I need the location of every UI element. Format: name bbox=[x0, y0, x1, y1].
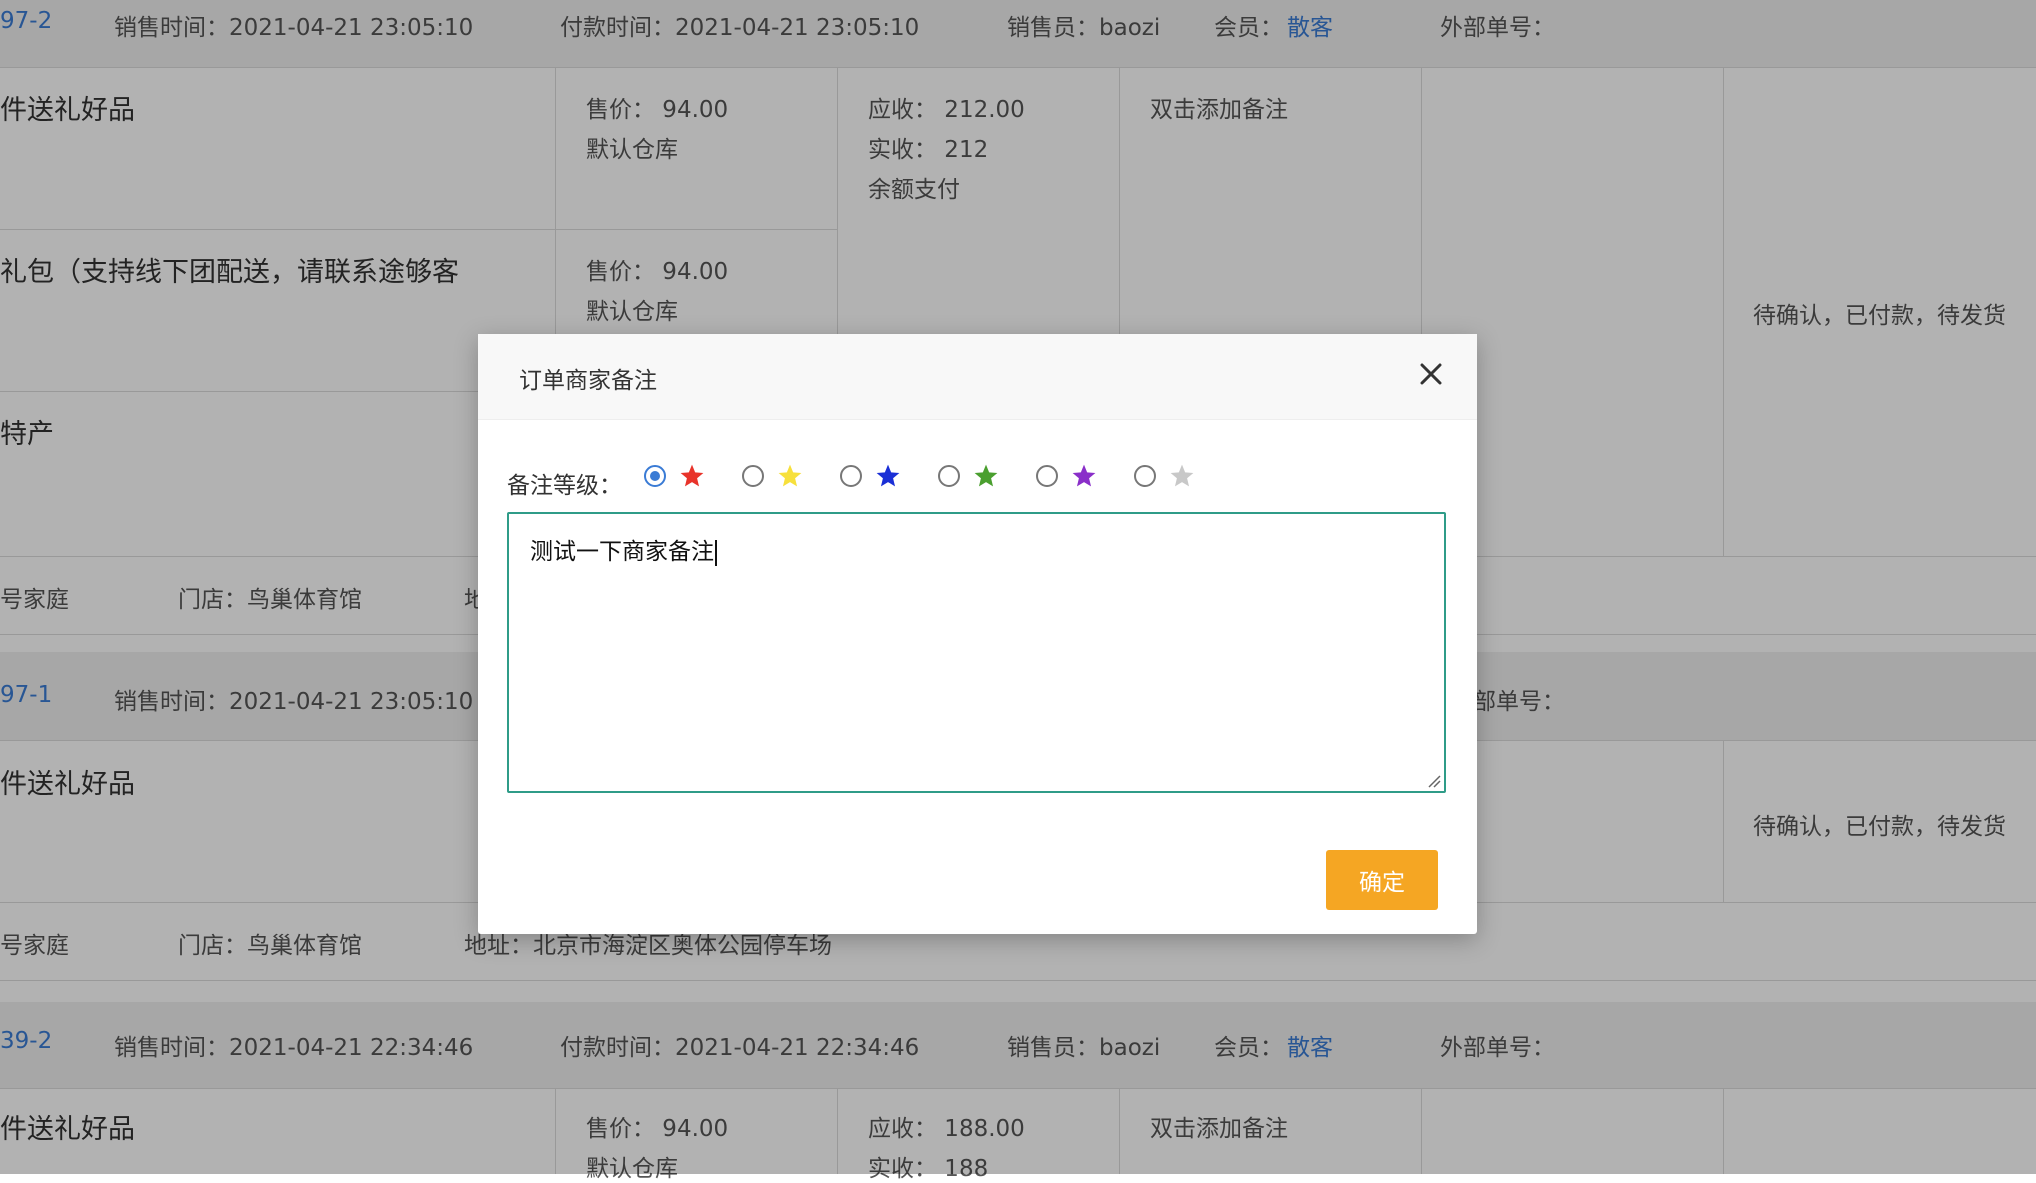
level-radio[interactable] bbox=[644, 465, 666, 487]
close-icon[interactable] bbox=[1413, 356, 1449, 392]
confirm-button[interactable]: 确定 bbox=[1326, 850, 1438, 910]
level-radio[interactable] bbox=[938, 465, 960, 487]
remark-level-label: 备注等级： bbox=[507, 473, 622, 499]
remark-text: 测试一下商家备注 bbox=[530, 539, 714, 565]
level-radio[interactable] bbox=[1134, 465, 1156, 487]
dialog-title: 订单商家备注 bbox=[519, 368, 657, 394]
text-caret bbox=[715, 539, 717, 566]
level-radio[interactable] bbox=[1036, 465, 1058, 487]
star-icon bbox=[876, 464, 900, 487]
resize-handle-icon[interactable] bbox=[1425, 772, 1441, 788]
star-icon bbox=[778, 464, 802, 487]
dialog-header: 订单商家备注 bbox=[478, 334, 1477, 420]
star-icon bbox=[974, 464, 998, 487]
star-icon bbox=[1170, 464, 1194, 487]
level-option-red[interactable] bbox=[644, 460, 705, 492]
level-option-purple[interactable] bbox=[1036, 460, 1097, 492]
level-radio[interactable] bbox=[742, 465, 764, 487]
remark-textarea[interactable]: 测试一下商家备注 bbox=[507, 512, 1446, 793]
level-option-gray[interactable] bbox=[1134, 460, 1195, 492]
level-option-blue[interactable] bbox=[840, 460, 901, 492]
level-option-green[interactable] bbox=[938, 460, 999, 492]
level-radio[interactable] bbox=[840, 465, 862, 487]
merchant-remark-dialog: 订单商家备注 备注等级： 测试一下商家备注 确定 bbox=[478, 334, 1477, 934]
star-icon bbox=[680, 464, 704, 487]
level-option-yellow[interactable] bbox=[742, 460, 803, 492]
star-icon bbox=[1072, 464, 1096, 487]
